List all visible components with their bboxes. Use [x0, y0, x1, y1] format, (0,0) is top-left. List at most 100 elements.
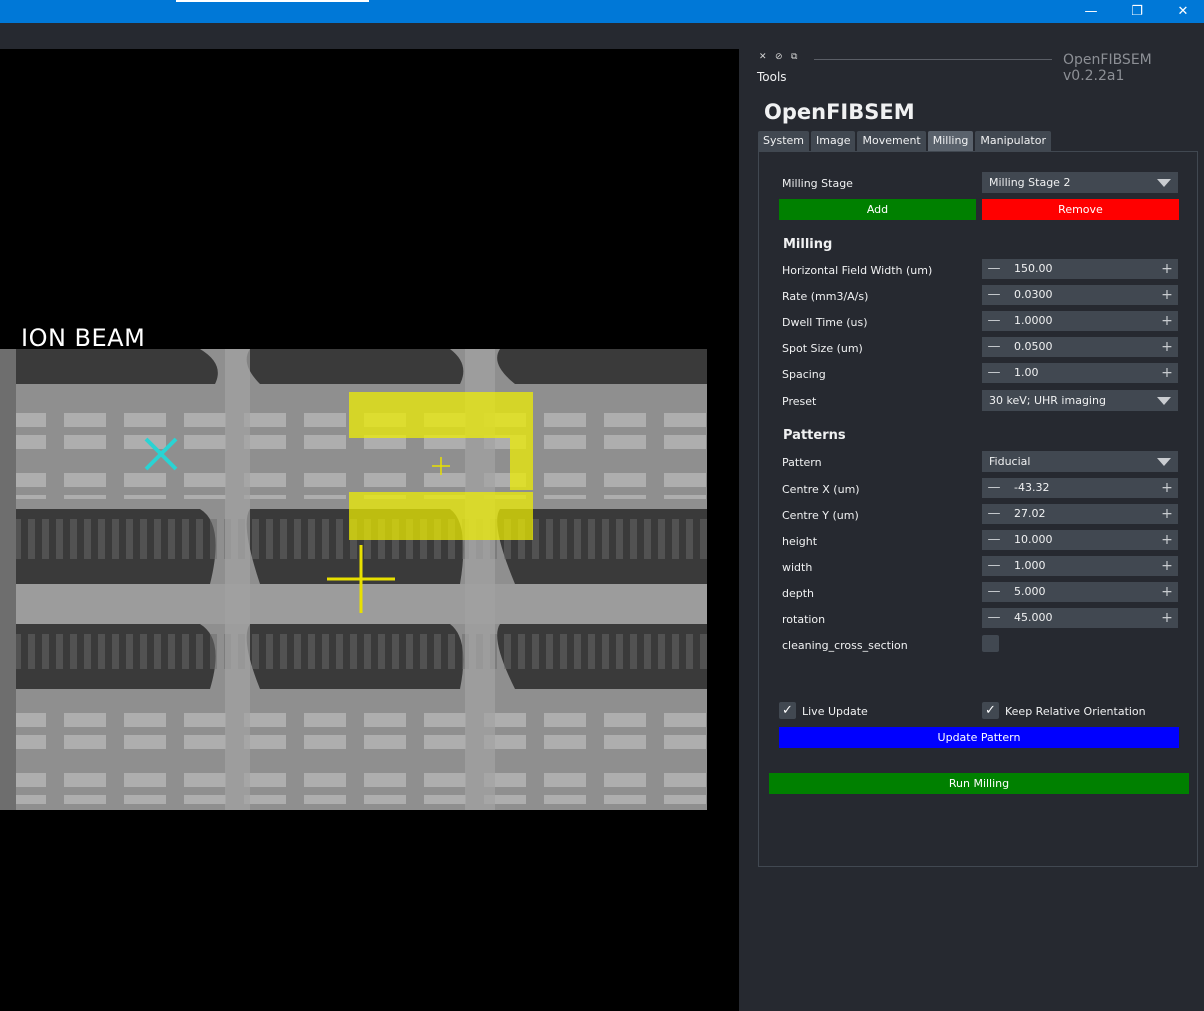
spacing-value: 1.00 [1014, 366, 1039, 379]
milling-panel: Milling Stage Milling Stage 2 Add Remove… [758, 151, 1198, 867]
tools-label: Tools [757, 70, 787, 84]
centre-y-value: 27.02 [1014, 507, 1046, 520]
height-value: 10.000 [1014, 533, 1053, 546]
decrement-icon[interactable]: — [987, 478, 1001, 498]
centre-y-label: Centre Y (um) [782, 509, 859, 522]
centre-y-stepper[interactable]: — 27.02 + [982, 504, 1178, 524]
tab-image[interactable]: Image [811, 131, 856, 151]
pattern-select[interactable]: Fiducial [982, 451, 1178, 472]
dock-hide-icon[interactable]: ⊘ [775, 52, 783, 62]
centre-x-label: Centre X (um) [782, 483, 860, 496]
preset-label: Preset [782, 395, 817, 408]
increment-icon[interactable]: + [1160, 582, 1174, 602]
minimize-button[interactable]: — [1068, 0, 1114, 23]
decrement-icon[interactable]: — [987, 363, 1001, 383]
dwell-stepper[interactable]: — 1.0000 + [982, 311, 1178, 331]
pattern-value: Fiducial [989, 455, 1031, 468]
decrement-icon[interactable]: — [987, 582, 1001, 602]
preset-select[interactable]: 30 keV; UHR imaging [982, 390, 1178, 411]
image-viewer[interactable]: ION BEAM [0, 49, 739, 1011]
decrement-icon[interactable]: — [987, 608, 1001, 628]
restore-button[interactable]: ❐ [1114, 0, 1160, 23]
dock-close-icon[interactable]: ✕ [759, 52, 767, 62]
tab-system[interactable]: System [758, 131, 810, 151]
spacing-stepper[interactable]: — 1.00 + [982, 363, 1178, 383]
pattern-label: Pattern [782, 456, 822, 469]
centre-x-stepper[interactable]: — -43.32 + [982, 478, 1178, 498]
keep-orientation-label: Keep Relative Orientation [1005, 705, 1146, 718]
patterns-section-title: Patterns [783, 428, 846, 443]
chevron-down-icon [1157, 179, 1171, 187]
chevron-down-icon [1157, 458, 1171, 466]
dock-header: ✕ ⊘ ⧉ OpenFIBSEM v0.2.2a1 [757, 52, 1197, 84]
milling-stage-value: Milling Stage 2 [989, 176, 1071, 189]
rotation-label: rotation [782, 613, 826, 626]
increment-icon[interactable]: + [1160, 504, 1174, 524]
increment-icon[interactable]: + [1160, 285, 1174, 305]
update-pattern-button[interactable]: Update Pattern [779, 727, 1179, 748]
dwell-label: Dwell Time (us) [782, 316, 868, 329]
rate-stepper[interactable]: — 0.0300 + [982, 285, 1178, 305]
hfw-stepper[interactable]: — 150.00 + [982, 259, 1178, 279]
keep-orientation-checkbox[interactable]: ✓ [982, 702, 999, 719]
increment-icon[interactable]: + [1160, 311, 1174, 331]
pattern-overlay-top [349, 392, 533, 438]
tab-movement[interactable]: Movement [857, 131, 926, 151]
cleaning-cross-section-checkbox[interactable] [982, 635, 999, 652]
increment-icon[interactable]: + [1160, 530, 1174, 550]
remove-button[interactable]: Remove [982, 199, 1179, 220]
increment-icon[interactable]: + [1160, 608, 1174, 628]
pattern-overlay-bottom [349, 492, 533, 540]
decrement-icon[interactable]: — [987, 285, 1001, 305]
rate-value: 0.0300 [1014, 288, 1053, 301]
height-label: height [782, 535, 818, 548]
beam-label: ION BEAM [21, 324, 146, 352]
milling-section-title: Milling [783, 237, 833, 252]
hfw-value: 150.00 [1014, 262, 1053, 275]
spacing-label: Spacing [782, 368, 826, 381]
close-window-button[interactable]: ✕ [1160, 0, 1204, 23]
increment-icon[interactable]: + [1160, 259, 1174, 279]
title-bar: — ❐ ✕ [0, 0, 1204, 23]
increment-icon[interactable]: + [1160, 363, 1174, 383]
preset-value: 30 keV; UHR imaging [989, 394, 1106, 407]
rotation-value: 45.000 [1014, 611, 1053, 624]
app-title: OpenFIBSEM [764, 100, 915, 124]
menu-bar [0, 23, 1204, 49]
dwell-value: 1.0000 [1014, 314, 1053, 327]
increment-icon[interactable]: + [1160, 556, 1174, 576]
depth-stepper[interactable]: — 5.000 + [982, 582, 1178, 602]
increment-icon[interactable]: + [1160, 337, 1174, 357]
ion-beam-image[interactable] [0, 349, 707, 810]
add-button[interactable]: Add [779, 199, 976, 220]
ion-beam-image-graphic [0, 349, 707, 810]
decrement-icon[interactable]: — [987, 311, 1001, 331]
decrement-icon[interactable]: — [987, 259, 1001, 279]
live-update-label: Live Update [802, 705, 868, 718]
decrement-icon[interactable]: — [987, 504, 1001, 524]
spot-size-value: 0.0500 [1014, 340, 1053, 353]
cleaning-cross-section-label: cleaning_cross_section [782, 639, 908, 652]
dock-float-icon[interactable]: ⧉ [791, 52, 797, 62]
rotation-stepper[interactable]: — 45.000 + [982, 608, 1178, 628]
width-value: 1.000 [1014, 559, 1046, 572]
milling-stage-label: Milling Stage [782, 177, 853, 190]
width-stepper[interactable]: — 1.000 + [982, 556, 1178, 576]
spot-size-label: Spot Size (um) [782, 342, 863, 355]
dock-divider [814, 59, 1052, 60]
milling-stage-select[interactable]: Milling Stage 2 [982, 172, 1178, 193]
spot-size-stepper[interactable]: — 0.0500 + [982, 337, 1178, 357]
run-milling-button[interactable]: Run Milling [769, 773, 1189, 794]
depth-label: depth [782, 587, 815, 600]
increment-icon[interactable]: + [1160, 478, 1174, 498]
tab-manipulator[interactable]: Manipulator [975, 131, 1051, 151]
depth-value: 5.000 [1014, 585, 1046, 598]
decrement-icon[interactable]: — [987, 530, 1001, 550]
tab-bar: System Image Movement Milling Manipulato… [758, 131, 1051, 151]
decrement-icon[interactable]: — [987, 337, 1001, 357]
dock-title: OpenFIBSEM v0.2.2a1 [1063, 52, 1152, 84]
live-update-checkbox[interactable]: ✓ [779, 702, 796, 719]
decrement-icon[interactable]: — [987, 556, 1001, 576]
tab-milling[interactable]: Milling [927, 131, 974, 151]
height-stepper[interactable]: — 10.000 + [982, 530, 1178, 550]
